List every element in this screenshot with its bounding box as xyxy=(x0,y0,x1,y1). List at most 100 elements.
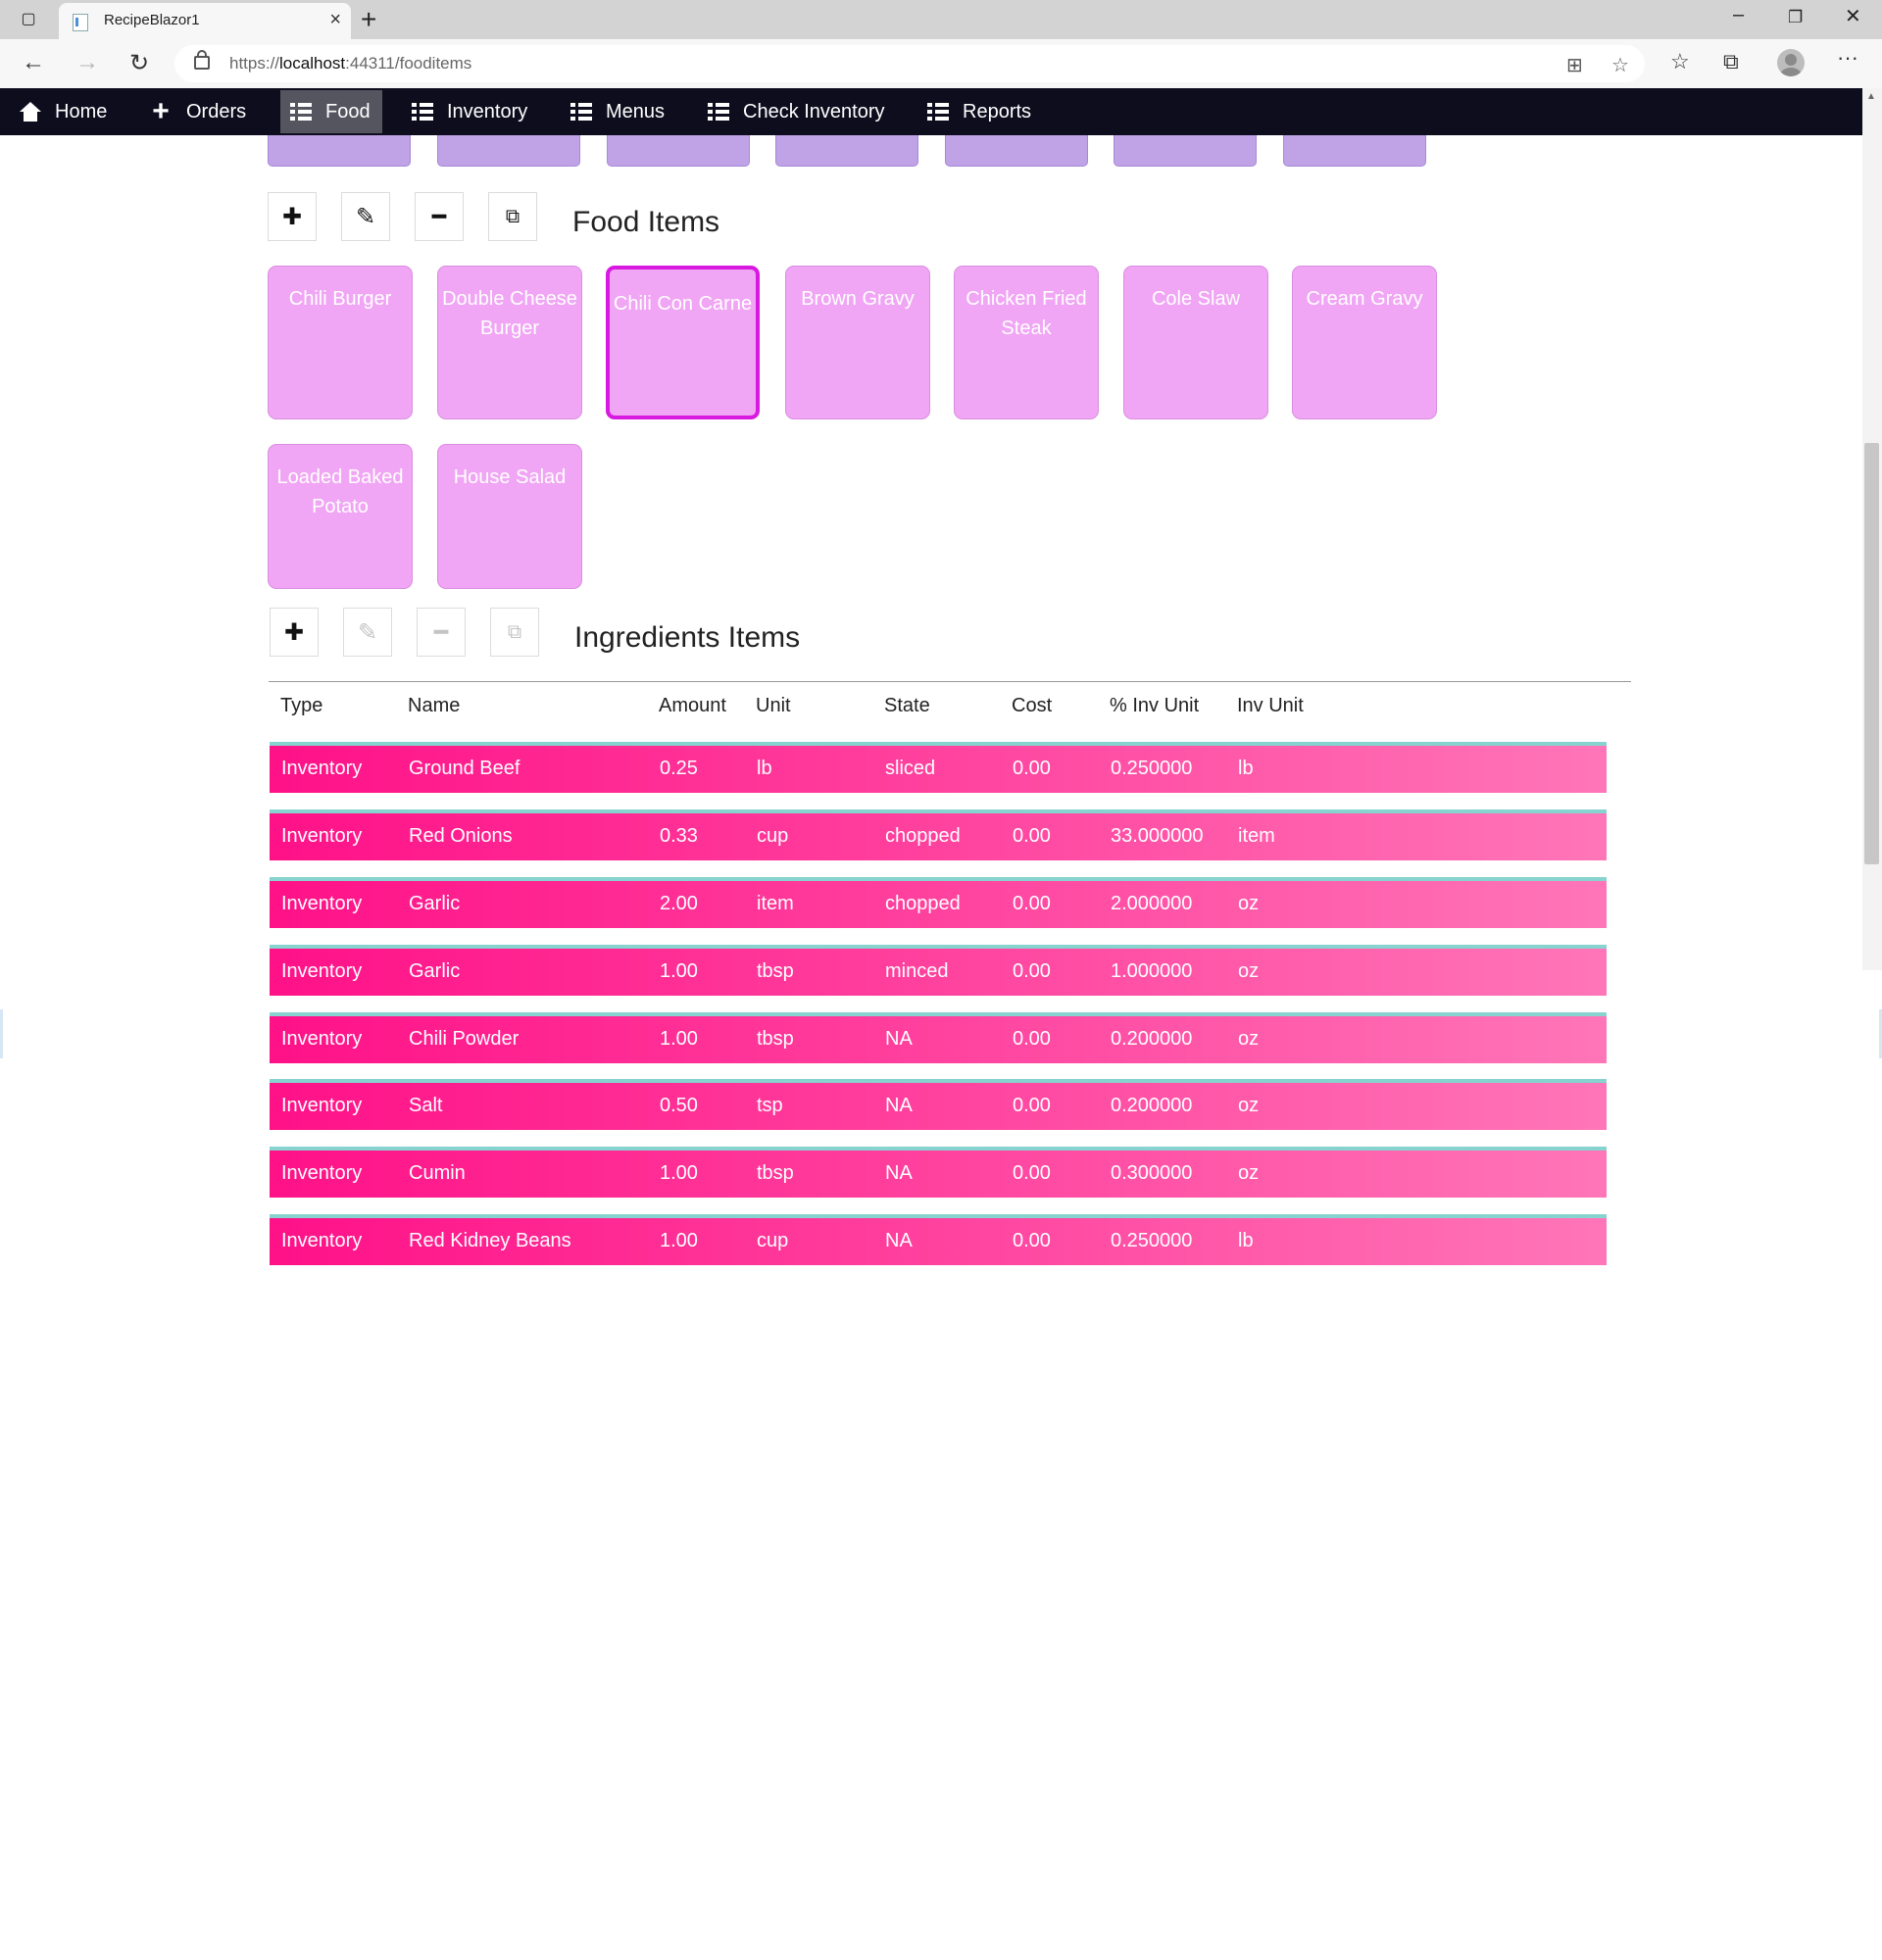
category-tile[interactable] xyxy=(945,135,1088,167)
nav-inventory[interactable]: Inventory xyxy=(402,88,539,135)
column-header-inv-unit[interactable]: Inv Unit xyxy=(1237,695,1304,717)
edit-food-button[interactable]: ✎ xyxy=(341,192,390,241)
table-row[interactable]: Inventory Garlic 1.00 tbsp minced 0.00 1.00000… xyxy=(270,945,1607,996)
plus-icon: + xyxy=(152,95,170,127)
scroll-up-arrow-icon[interactable]: ▲ xyxy=(1866,91,1876,102)
cell-state: minced xyxy=(885,960,949,982)
copy-icon: ⧉ xyxy=(507,620,522,643)
add-ingredient-button[interactable]: ✚ xyxy=(270,608,319,657)
copy-food-button[interactable]: ⧉ xyxy=(488,192,537,241)
list-icon xyxy=(927,103,949,121)
food-tile-label: Chicken Fried Steak xyxy=(966,288,1087,339)
category-tile[interactable] xyxy=(1283,135,1426,167)
back-icon[interactable]: ← xyxy=(22,49,45,76)
food-tile-loaded-baked-potato[interactable]: Loaded Baked Potato xyxy=(268,444,413,589)
add-favorite-icon[interactable]: ☆ xyxy=(1611,53,1629,77)
more-options-icon[interactable]: ··· xyxy=(1837,45,1858,71)
food-tile-cream-gravy[interactable]: Cream Gravy xyxy=(1292,266,1437,419)
table-row[interactable]: Inventory Red Kidney Beans 1.00 cup NA 0.00 0.… xyxy=(270,1214,1607,1265)
copy-icon: ⧉ xyxy=(505,205,520,227)
nav-menus-label: Menus xyxy=(606,100,666,122)
column-header-unit[interactable]: Unit xyxy=(756,695,791,717)
lock-icon[interactable] xyxy=(194,50,210,70)
cell-pct-inv-unit: 0.250000 xyxy=(1111,1230,1193,1251)
table-row[interactable]: Inventory Red Onions 0.33 cup chopped 0.00 33.… xyxy=(270,809,1607,860)
ingredients-items-title: Ingredients Items xyxy=(574,621,801,654)
nav-menus[interactable]: Menus xyxy=(561,88,676,135)
close-tab-icon[interactable]: × xyxy=(329,9,341,31)
column-header-state[interactable]: State xyxy=(884,695,930,717)
food-tile-chili-con-carne[interactable]: Chili Con Carne xyxy=(606,266,760,419)
address-bar[interactable]: https://localhost:44311/fooditems ⊞ ☆ xyxy=(174,45,1645,82)
url-text[interactable]: https://localhost:44311/fooditems xyxy=(229,54,471,74)
new-tab-icon[interactable]: + xyxy=(361,4,376,35)
cell-type: Inventory xyxy=(281,960,363,982)
cell-cost: 0.00 xyxy=(1013,1162,1051,1184)
table-row[interactable]: Inventory Garlic 2.00 item chopped 0.00 2.0000… xyxy=(270,877,1607,928)
edit-ingredient-button[interactable]: ✎ xyxy=(343,608,392,657)
cell-name: Red Kidney Beans xyxy=(409,1230,571,1251)
cell-inv-unit: lb xyxy=(1238,758,1254,779)
cell-unit: tbsp xyxy=(757,1028,794,1050)
minimize-icon[interactable]: – xyxy=(1733,4,1744,26)
food-items-title: Food Items xyxy=(572,206,720,238)
page-favicon-icon xyxy=(73,14,88,31)
app-available-icon[interactable]: ⊞ xyxy=(1566,53,1583,77)
table-row[interactable]: Inventory Ground Beef 0.25 lb sliced 0.00 0.25… xyxy=(270,742,1607,793)
food-tile-brown-gravy[interactable]: Brown Gravy xyxy=(785,266,930,419)
food-tile-chicken-fried-steak[interactable]: Chicken Fried Steak xyxy=(954,266,1099,419)
category-tile[interactable] xyxy=(437,135,580,167)
list-icon xyxy=(708,103,729,121)
category-tile[interactable] xyxy=(607,135,750,167)
cell-name: Garlic xyxy=(409,960,461,982)
table-row[interactable]: Inventory Cumin 1.00 tbsp NA 0.00 0.300000 oz xyxy=(270,1147,1607,1198)
cell-pct-inv-unit: 33.000000 xyxy=(1111,825,1204,847)
category-tile[interactable] xyxy=(1114,135,1257,167)
category-tile[interactable] xyxy=(268,135,411,167)
cell-amount: 2.00 xyxy=(660,893,698,914)
column-header-amount[interactable]: Amount xyxy=(659,695,726,717)
category-tile[interactable] xyxy=(775,135,918,167)
nav-reports-label: Reports xyxy=(963,100,1032,122)
column-header-cost[interactable]: Cost xyxy=(1012,695,1052,717)
food-tile-double-cheese-burger[interactable]: Double Cheese Burger xyxy=(437,266,582,419)
column-header-pct-inv-unit[interactable]: % Inv Unit xyxy=(1110,695,1199,717)
nav-check-inventory[interactable]: Check Inventory xyxy=(698,88,897,135)
column-header-name[interactable]: Name xyxy=(408,695,460,717)
remove-food-button[interactable]: ━ xyxy=(415,192,464,241)
food-tile-house-salad[interactable]: House Salad xyxy=(437,444,582,589)
food-tile-chili-burger[interactable]: Chili Burger xyxy=(268,266,413,419)
forward-icon[interactable]: → xyxy=(75,49,99,76)
cell-state: NA xyxy=(885,1162,913,1184)
url-host: localhost xyxy=(279,54,346,73)
cell-pct-inv-unit: 2.000000 xyxy=(1111,893,1193,914)
nav-home[interactable]: Home xyxy=(10,88,119,135)
list-icon xyxy=(290,103,312,121)
collections-icon[interactable]: ⧉ xyxy=(1723,49,1739,74)
cell-amount: 0.25 xyxy=(660,758,698,779)
cell-unit: item xyxy=(757,893,794,914)
edit-icon: ✎ xyxy=(355,203,376,230)
column-header-type[interactable]: Type xyxy=(280,695,322,717)
cell-name: Cumin xyxy=(409,1162,466,1184)
nav-reports[interactable]: Reports xyxy=(917,88,1043,135)
table-row[interactable]: Inventory Chili Powder 1.00 tbsp NA 0.00 0.200… xyxy=(270,1012,1607,1063)
tab-actions-icon[interactable]: ▢ xyxy=(16,5,41,32)
remove-ingredient-button[interactable]: ━ xyxy=(417,608,466,657)
favorites-icon[interactable]: ☆ xyxy=(1670,49,1690,74)
restore-icon[interactable]: ❐ xyxy=(1788,8,1803,27)
copy-ingredient-button[interactable]: ⧉ xyxy=(490,608,539,657)
window-edge-left xyxy=(0,1009,3,1058)
nav-orders[interactable]: + Orders xyxy=(139,88,258,135)
refresh-icon[interactable]: ↻ xyxy=(129,49,149,77)
table-row[interactable]: Inventory Salt 0.50 tsp NA 0.00 0.200000 oz xyxy=(270,1079,1607,1130)
nav-food[interactable]: Food xyxy=(280,90,382,133)
browser-tab-bar: ▢ RecipeBlazor1 × + – ❐ ✕ xyxy=(0,0,1882,39)
add-food-button[interactable]: ✚ xyxy=(268,192,317,241)
scrollbar-thumb[interactable] xyxy=(1864,443,1879,864)
plus-icon: ✚ xyxy=(283,618,305,646)
profile-avatar[interactable] xyxy=(1777,49,1805,76)
browser-tab[interactable]: RecipeBlazor1 × xyxy=(59,3,351,39)
food-tile-cole-slaw[interactable]: Cole Slaw xyxy=(1123,266,1268,419)
close-window-icon[interactable]: ✕ xyxy=(1845,4,1861,28)
